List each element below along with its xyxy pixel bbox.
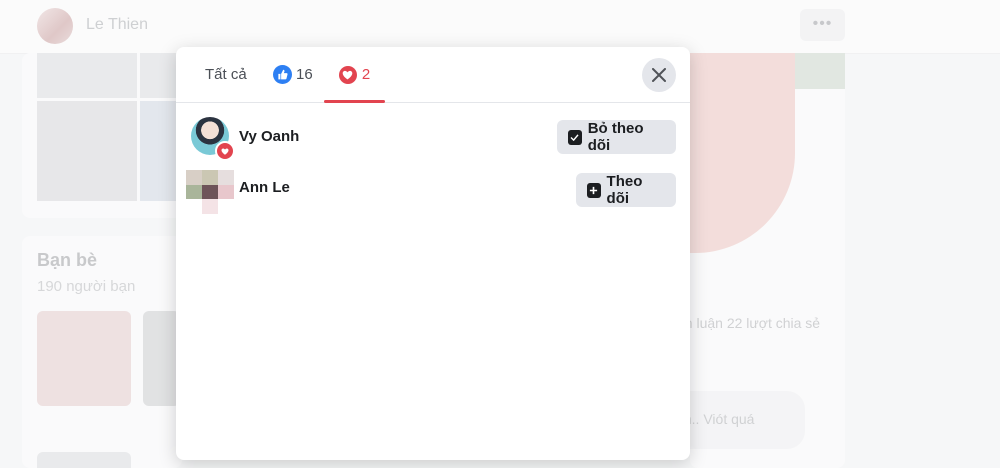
love-icon bbox=[338, 65, 357, 84]
like-count: 16 bbox=[296, 66, 313, 83]
reaction-tabs: Tất cả 16 2 bbox=[176, 47, 690, 103]
like-icon bbox=[273, 65, 292, 84]
user-avatar[interactable] bbox=[186, 170, 234, 214]
tab-like[interactable]: 16 bbox=[273, 47, 313, 102]
follow-label: Theo dõi bbox=[606, 173, 643, 207]
follow-button[interactable]: Theo dõi bbox=[576, 173, 676, 207]
user-name[interactable]: Vy Oanh bbox=[239, 128, 299, 145]
reactions-dialog: Tất cả 16 2 Vy Oanh Bỏ theo dõi Ann Le T… bbox=[176, 47, 690, 460]
unfollow-label: Bỏ theo dõi bbox=[587, 120, 644, 154]
tab-all-label: Tất cả bbox=[205, 66, 247, 83]
selected-tab-indicator bbox=[324, 100, 385, 103]
reaction-list-item: Vy Oanh Bỏ theo dõi bbox=[176, 111, 690, 163]
tab-all[interactable]: Tất cả bbox=[205, 47, 247, 102]
close-icon bbox=[652, 68, 666, 82]
love-icon bbox=[215, 141, 235, 161]
love-count: 2 bbox=[361, 66, 371, 83]
following-icon bbox=[568, 129, 582, 145]
close-button[interactable] bbox=[642, 58, 676, 92]
follow-icon bbox=[587, 182, 601, 198]
reaction-list-item: Ann Le Theo dõi bbox=[176, 164, 690, 216]
tab-love[interactable]: 2 bbox=[324, 47, 385, 103]
unfollow-button[interactable]: Bỏ theo dõi bbox=[557, 120, 676, 154]
user-name[interactable]: Ann Le bbox=[239, 179, 290, 196]
